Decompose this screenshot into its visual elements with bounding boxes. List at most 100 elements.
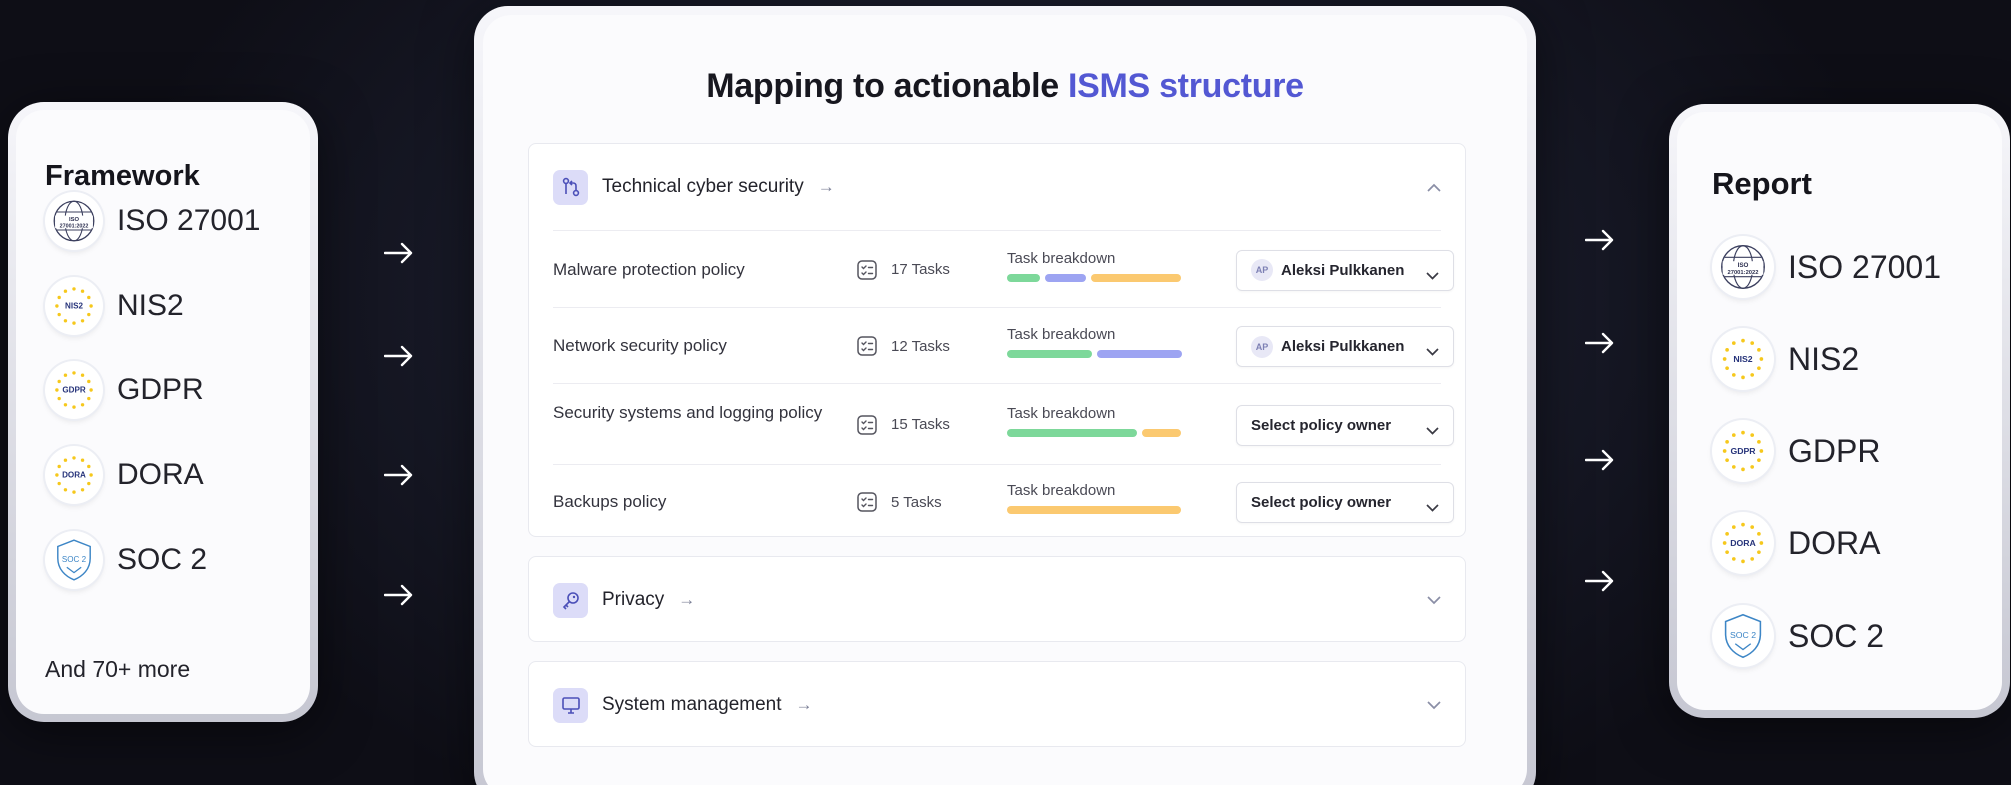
avatar: AP xyxy=(1251,259,1273,281)
task-breakdown-label: Task breakdown xyxy=(1007,482,1116,499)
select-policy-owner-dropdown[interactable]: Select policy owner xyxy=(1236,482,1454,523)
breakdown-bar-segment xyxy=(1007,506,1181,514)
policy-owner-label: Select policy owner xyxy=(1251,494,1392,511)
framework-label: DORA xyxy=(117,458,204,491)
task-count: 5 Tasks xyxy=(856,491,942,513)
chevron-down-icon xyxy=(1426,267,1439,280)
section-system-management: System management → xyxy=(528,661,1466,747)
task-breakdown: Task breakdown xyxy=(1007,405,1181,441)
policy-owner-select[interactable]: AP Aleksi Pulkkanen xyxy=(1236,326,1454,367)
report-label: GDPR xyxy=(1788,432,1881,469)
avatar: AP xyxy=(1251,335,1273,358)
report-item: ISO 27001:2022 ISO 27001 xyxy=(1712,236,1941,298)
breakdown-bar-segment xyxy=(1045,273,1086,282)
policy-name: Malware protection policy xyxy=(553,259,745,279)
iso-badge-icon: ISO 27001:2022 xyxy=(1712,236,1774,298)
page-title: Mapping to actionable ISMS structure xyxy=(483,67,1527,106)
task-breakdown: Task breakdown xyxy=(1007,250,1181,286)
checklist-icon xyxy=(856,414,878,436)
task-count-label: 15 Tasks xyxy=(891,416,950,433)
soc-badge-icon: SOC 2 xyxy=(1712,605,1774,667)
svg-text:SOC 2: SOC 2 xyxy=(1730,630,1756,640)
svg-text:27001:2022: 27001:2022 xyxy=(60,223,89,229)
task-breakdown-label: Task breakdown xyxy=(1007,326,1116,343)
policy-owner-label: Aleksi Pulkkanen xyxy=(1281,338,1405,355)
chevron-down-icon xyxy=(1426,422,1439,435)
arrow-right-icon xyxy=(1585,449,1615,471)
chevron-down-icon xyxy=(1426,499,1439,512)
report-title: Report xyxy=(1712,166,1812,201)
framework-label: GDPR xyxy=(117,373,204,406)
title-prefix: Mapping to actionable xyxy=(706,67,1068,105)
chevron-up-icon[interactable] xyxy=(1427,183,1441,192)
task-breakdown: Task breakdown xyxy=(1007,482,1181,518)
policy-row[interactable]: Security systems and logging policy 15 Ta… xyxy=(553,384,1454,465)
breakdown-bar-segment xyxy=(1007,350,1092,358)
chevron-down-icon[interactable] xyxy=(1427,701,1441,710)
chevron-down-icon xyxy=(1426,343,1439,356)
svg-text:ISO: ISO xyxy=(69,217,80,223)
framework-item: GDPR GDPR xyxy=(45,361,204,419)
section-privacy: Privacy → xyxy=(528,556,1466,642)
section-header-system[interactable]: System management → xyxy=(529,662,1465,748)
more-frameworks-label: And 70+ more xyxy=(45,656,191,682)
framework-item: DORA DORA xyxy=(45,446,204,504)
task-breakdown-label: Task breakdown xyxy=(1007,249,1116,267)
arrow-right-icon xyxy=(1585,229,1615,251)
branch-icon xyxy=(553,169,588,205)
breakdown-bar-segment xyxy=(1007,428,1137,437)
section-header-privacy[interactable]: Privacy → xyxy=(529,557,1465,643)
gdpr-badge-icon: GDPR xyxy=(1712,420,1774,482)
policy-name: Security systems and logging policy xyxy=(553,402,823,422)
policy-row[interactable]: Malware protection policy 17 Tasks Task br… xyxy=(553,231,1454,308)
framework-label: SOC 2 xyxy=(117,543,208,576)
dora-badge-icon: DORA xyxy=(45,446,103,504)
framework-item: NIS2 NIS2 xyxy=(45,277,184,335)
select-policy-owner-dropdown[interactable]: Select policy owner xyxy=(1236,404,1454,446)
policy-name: Network security policy xyxy=(553,336,727,355)
arrow-right-icon: → xyxy=(817,177,835,196)
svg-text:ISO: ISO xyxy=(1738,262,1749,269)
key-icon xyxy=(553,582,588,618)
title-accent: ISMS structure xyxy=(1068,67,1304,105)
report-label: NIS2 xyxy=(1788,340,1860,377)
task-count: 15 Tasks xyxy=(856,414,950,436)
framework-label: NIS2 xyxy=(117,289,184,322)
svg-text:NIS2: NIS2 xyxy=(1733,354,1752,364)
task-count: 12 Tasks xyxy=(856,335,950,357)
breakdown-bar-segment xyxy=(1142,428,1181,437)
soc-badge-icon: SOC 2 xyxy=(45,531,103,589)
chevron-down-icon[interactable] xyxy=(1427,596,1441,605)
breakdown-bar-segment xyxy=(1007,273,1040,282)
svg-text:DORA: DORA xyxy=(62,471,86,480)
checklist-icon xyxy=(856,335,878,357)
arrow-right-icon xyxy=(1585,332,1615,354)
policy-row[interactable]: Network security policy 12 Tasks Task brea… xyxy=(553,308,1454,384)
framework-panel: Framework ISO 27001:2022 ISO 27001 NIS2 NIS2… xyxy=(8,102,318,722)
section-label: Technical cyber security xyxy=(602,176,804,197)
policy-row[interactable]: Backups policy 5 Tasks Task breakdown Selec… xyxy=(553,465,1454,539)
task-count: 17 Tasks xyxy=(856,259,950,281)
iso-badge-icon: ISO 27001:2022 xyxy=(45,192,103,250)
breakdown-bar-segment xyxy=(1097,350,1182,358)
checklist-icon xyxy=(856,259,878,281)
section-label: Privacy xyxy=(602,589,665,610)
arrow-right-icon xyxy=(384,242,414,264)
policy-owner-select[interactable]: AP Aleksi Pulkkanen xyxy=(1236,249,1454,291)
svg-text:SOC 2: SOC 2 xyxy=(62,555,87,564)
report-item: NIS2 NIS2 xyxy=(1712,328,1859,390)
arrow-right-icon xyxy=(1585,570,1615,592)
report-item: DORA DORA xyxy=(1712,512,1880,574)
arrow-right-icon: → xyxy=(795,695,813,714)
report-panel: Report ISO 27001:2022 ISO 27001 NIS2 NIS2 GDP… xyxy=(1669,104,2010,718)
svg-text:GDPR: GDPR xyxy=(1730,446,1756,456)
checklist-icon xyxy=(856,491,878,513)
framework-title: Framework xyxy=(45,160,200,192)
arrow-right-icon xyxy=(384,464,414,486)
breakdown-bar-segment xyxy=(1091,273,1181,282)
policy-owner-label: Select policy owner xyxy=(1251,416,1392,434)
section-header-technical[interactable]: Technical cyber security → xyxy=(529,144,1465,230)
report-label: DORA xyxy=(1788,524,1881,561)
policy-name: Backups policy xyxy=(553,492,667,511)
framework-item: SOC 2 SOC 2 xyxy=(45,531,207,589)
